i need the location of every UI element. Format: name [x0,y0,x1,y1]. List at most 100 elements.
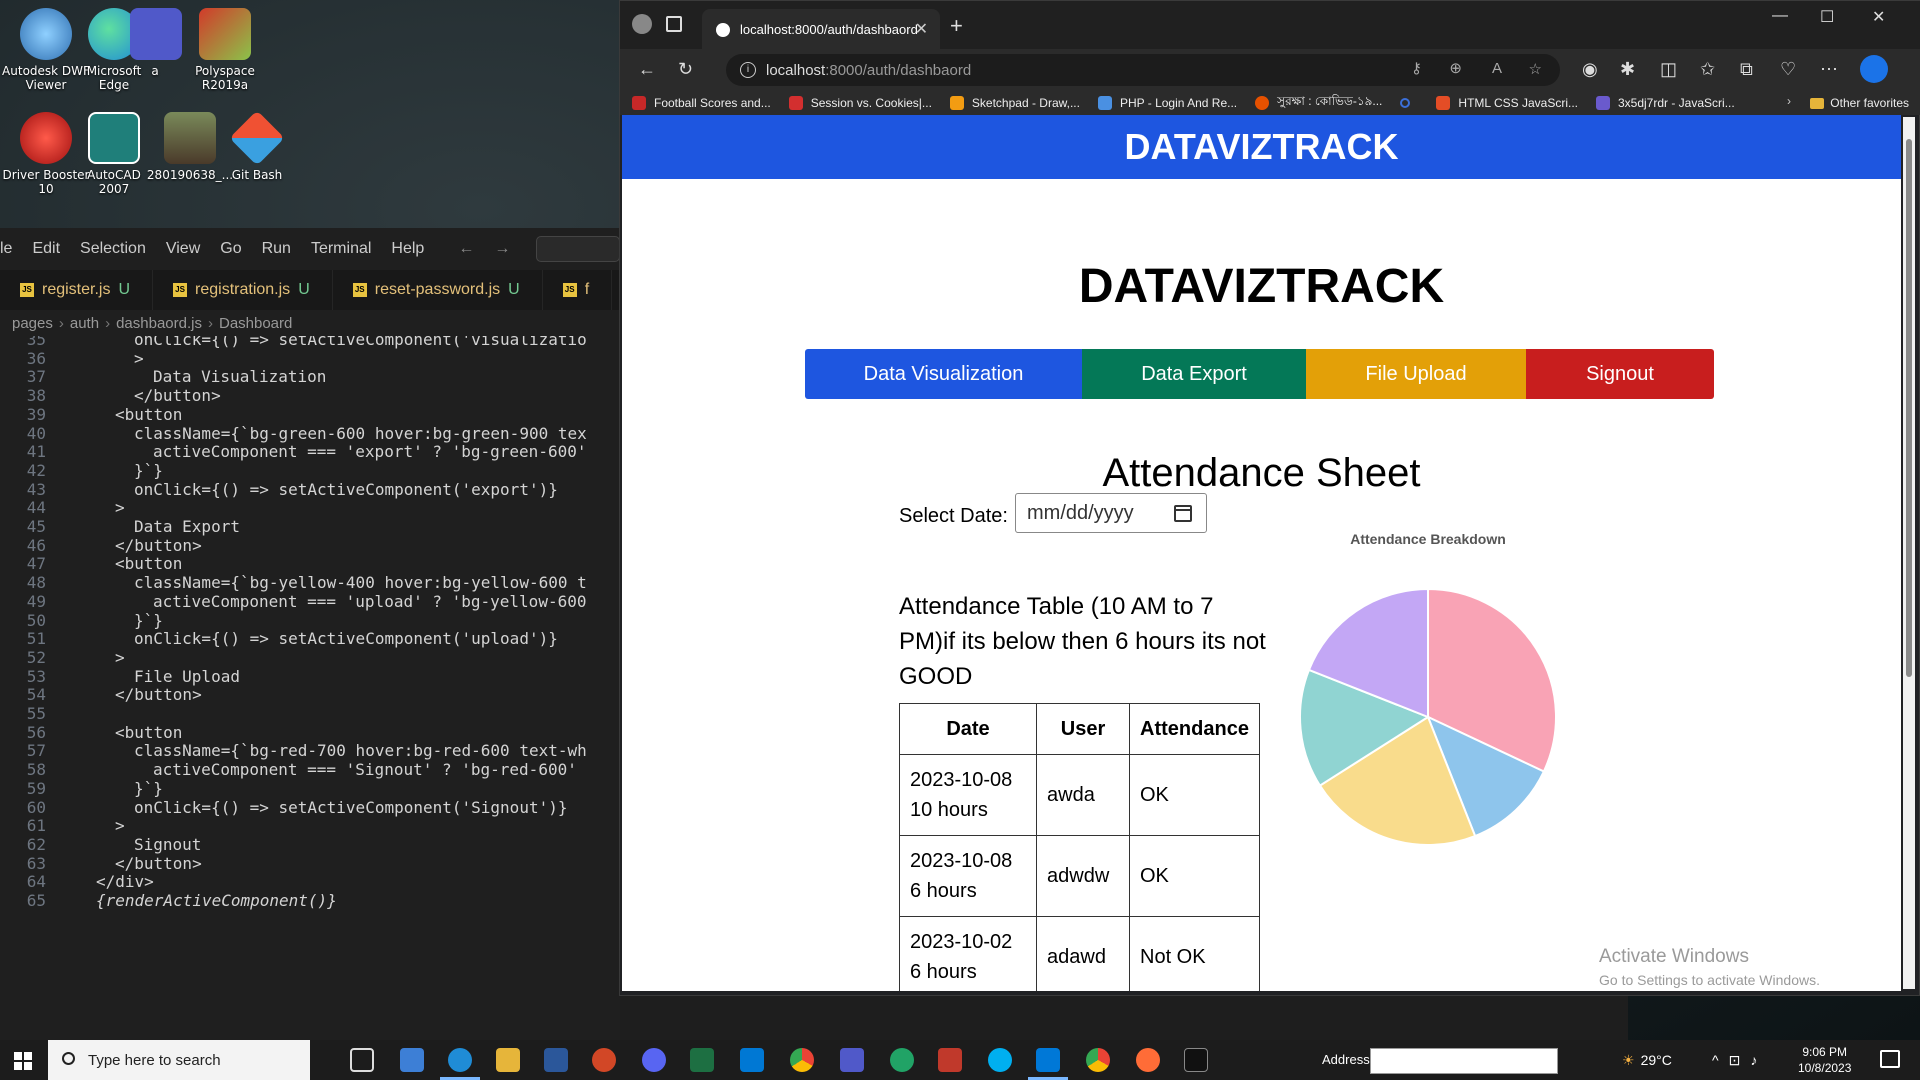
zoom-icon[interactable]: ⊕ [1449,59,1462,77]
attendance-pie-chart[interactable] [1268,557,1588,877]
bookmark-item[interactable]: সুরক্ষা : কোভিড-১৯... [1255,93,1382,113]
discord-icon[interactable] [642,1048,666,1072]
breadcrumb-item[interactable]: Dashboard [219,315,292,332]
password-key-icon[interactable]: ⚷ [1411,59,1422,77]
tab-status: U [508,281,520,298]
clock[interactable]: 9:06 PM 10/8/2023 [1798,1044,1851,1076]
menu-selection[interactable]: Selection [70,240,156,258]
taskbar-search[interactable]: Type here to search [48,1040,310,1080]
browser-window: localhost:8000/auth/dashbaord ✕ + — ☐ ✕ … [619,0,1920,996]
minimize-icon[interactable]: — [1772,7,1788,25]
copilot-icon[interactable] [1860,55,1888,83]
bookmark-item[interactable]: Sketchpad - Draw,... [949,96,1080,110]
address-bar[interactable]: i localhost:8000/auth/dashbaord ☆ A ⊕ ⚷ [726,54,1560,86]
store-icon[interactable] [400,1048,424,1072]
data-visualization-button[interactable]: Data Visualization [805,349,1082,399]
tab-register-js[interactable]: JS register.js U [0,270,154,310]
favorites-icon[interactable]: ✩ [1700,59,1715,80]
system-tray[interactable]: ^ ⊡ ♪ [1712,1040,1757,1080]
menu-edit[interactable]: Edit [22,240,70,258]
photo-thumbnail-icon [164,112,216,164]
powerpoint-icon[interactable] [592,1048,616,1072]
bookmark-item[interactable]: PHP - Login And Re... [1097,96,1237,110]
word-icon[interactable] [544,1048,568,1072]
extension-icon[interactable]: ◉ [1582,59,1598,80]
maximize-icon[interactable]: ☐ [1820,7,1834,27]
read-aloud-icon[interactable]: A [1492,60,1502,77]
menu-file[interactable]: le [0,240,22,258]
desktop-icon-a[interactable]: a [130,8,182,78]
browser-essentials-icon[interactable]: ♡ [1780,59,1796,80]
weather-widget[interactable]: ☀ 29°C [1622,1040,1672,1080]
bookmark-item[interactable]: HTML CSS JavaScri... [1436,96,1578,110]
breadcrumb-item[interactable]: pages [12,315,53,332]
task-view-icon[interactable] [350,1048,374,1072]
chevron-right-icon[interactable]: › [1787,94,1791,108]
network-icon[interactable]: ⊡ [1729,1052,1741,1069]
command-center-search[interactable] [536,236,620,262]
tab-reset-password-js[interactable]: JS reset-password.js U [333,270,543,310]
edge-taskbar-icon[interactable] [440,1048,480,1080]
signout-button[interactable]: Signout [1526,349,1714,399]
tab-registration-js[interactable]: JS registration.js U [153,270,333,310]
menu-run[interactable]: Run [252,240,301,258]
mail-icon[interactable] [740,1048,764,1072]
excel-icon[interactable] [690,1048,714,1072]
tab-f[interactable]: JS f [543,270,613,310]
date-input[interactable]: mm/dd/yyyy [1015,493,1207,533]
more-menu-icon[interactable]: ⋯ [1820,59,1838,80]
back-icon[interactable]: ← [638,59,656,80]
app-grid-icon[interactable] [938,1048,962,1072]
page-scrollbar[interactable] [1903,117,1915,989]
code-editor[interactable]: 35 onClick={() => setActiveComponent('vis… [0,336,620,1040]
desktop-icon-git-bash[interactable]: Git Bash [222,110,292,182]
breadcrumb-item[interactable]: auth [70,315,99,332]
desktop-icon-polyspace[interactable]: Polyspace R2019a [190,8,260,92]
bookmark-item[interactable]: Football Scores and... [632,96,771,110]
bookmark-favicon-icon [632,96,646,110]
forward-arrow-icon[interactable]: → [484,240,520,258]
collections-icon[interactable]: ⧉ [1740,59,1753,80]
menu-view[interactable]: View [156,240,210,258]
file-explorer-icon[interactable] [496,1048,520,1072]
chevron-up-icon[interactable]: ^ [1712,1052,1719,1068]
data-export-button[interactable]: Data Export [1082,349,1306,399]
teams-icon[interactable] [840,1048,864,1072]
tab-actions-icon[interactable] [666,16,682,32]
tab-dashboard[interactable]: localhost:8000/auth/dashbaord ✕ [702,9,940,49]
refresh-icon[interactable]: ↻ [678,59,693,80]
upwork-icon[interactable] [890,1048,914,1072]
terminal-icon[interactable] [1184,1048,1208,1072]
site-info-icon[interactable]: i [740,62,756,78]
favorite-star-icon[interactable]: ☆ [1529,60,1542,78]
close-window-icon[interactable]: ✕ [1872,7,1885,27]
volume-icon[interactable]: ♪ [1750,1052,1757,1068]
scrollbar-thumb[interactable] [1906,139,1912,677]
chrome-profile-icon[interactable] [1086,1048,1110,1072]
file-upload-button[interactable]: File Upload [1306,349,1526,399]
temperature: 29°C [1640,1052,1672,1068]
windows-start-icon[interactable] [14,1052,32,1070]
profile-avatar[interactable] [632,14,652,34]
vscode-icon[interactable] [1028,1048,1068,1080]
back-arrow-icon[interactable]: ← [448,240,484,258]
chrome-icon[interactable] [790,1048,814,1072]
close-tab-icon[interactable]: ✕ [915,19,928,39]
new-tab-icon[interactable]: + [950,13,963,39]
menu-go[interactable]: Go [210,240,251,258]
calendar-icon[interactable] [1174,505,1192,522]
breadcrumb-item[interactable]: dashbaord.js [116,315,202,332]
postman-icon[interactable] [1136,1048,1160,1072]
menu-terminal[interactable]: Terminal [301,240,381,258]
notification-icon[interactable] [1880,1050,1900,1068]
menu-help[interactable]: Help [381,240,434,258]
url-path: :8000/auth/dashbaord [825,61,972,79]
extensions-puzzle-icon[interactable]: ✱ [1620,59,1635,80]
bookmark-item[interactable]: 3x5dj7rdr - JavaScri... [1595,96,1735,110]
address-toolbar-input[interactable] [1370,1048,1558,1074]
split-screen-icon[interactable]: ◫ [1660,59,1677,80]
skype-icon[interactable] [988,1048,1012,1072]
bookmark-item[interactable] [1400,98,1418,108]
bookmark-item[interactable]: Session vs. Cookies|... [788,96,932,110]
other-favorites[interactable]: Other favorites [1810,96,1909,110]
